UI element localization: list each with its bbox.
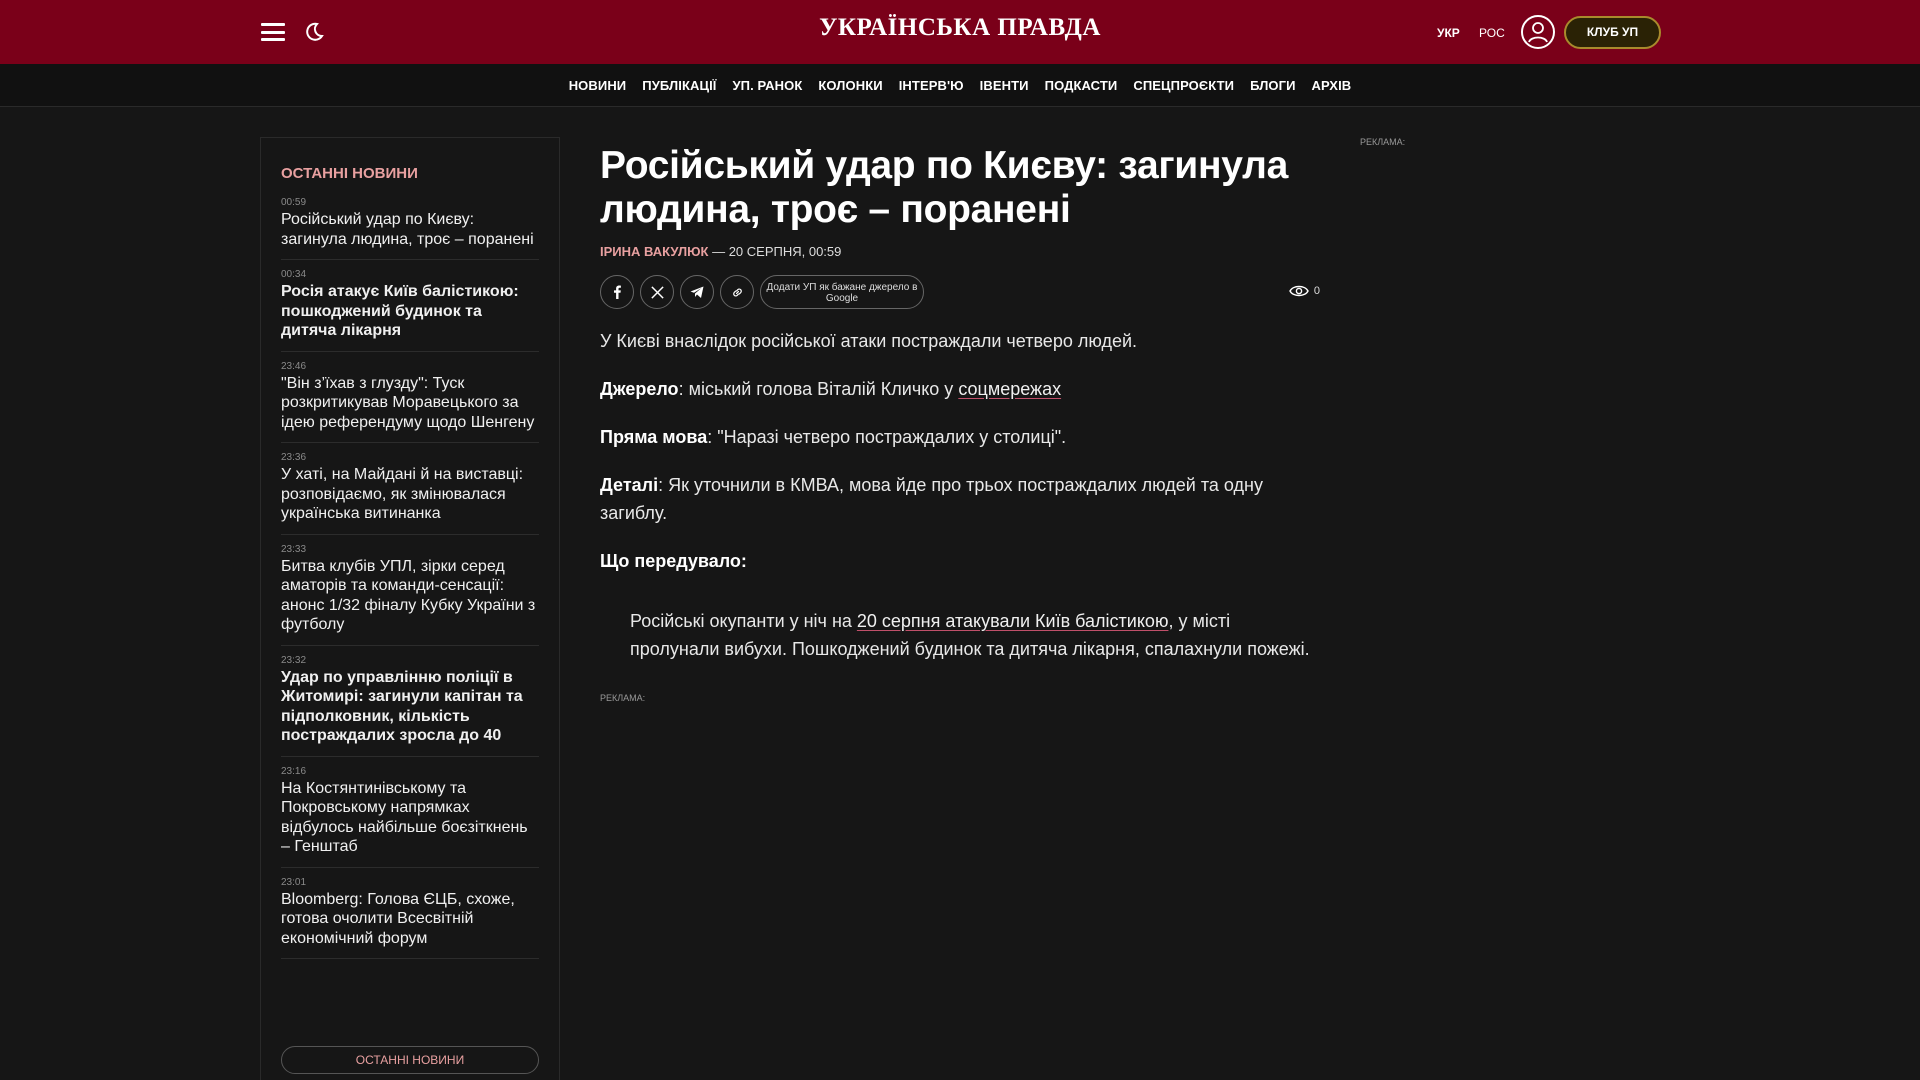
ballistic-attack-link[interactable]: 20 серпня атакували Київ балістикою bbox=[857, 611, 1169, 631]
speech-label: Пряма мова bbox=[600, 427, 708, 447]
news-headline[interactable]: На Костянтинівському та Покровському нап… bbox=[281, 779, 539, 857]
article: Російський удар по Києву: загинула людин… bbox=[600, 144, 1320, 703]
previous-label: Що передувало: bbox=[600, 551, 747, 571]
paragraph-lead: У Києві внаслідок російської атаки постр… bbox=[600, 331, 1138, 351]
news-time: 23:01 bbox=[281, 876, 307, 888]
news-item[interactable]: 23:46 "Він з’їхав з глузду": Туск розкри… bbox=[281, 360, 539, 443]
news-item[interactable]: 23:01 Bloomberg: Голова ЄЦБ, схоже, гото… bbox=[281, 876, 539, 959]
news-time: 00:34 bbox=[281, 269, 307, 280]
nav-item-interviu[interactable]: ІНТЕРВ'Ю bbox=[899, 78, 964, 93]
main-nav: НОВИНИ ПУБЛІКАЦІЇ УП. РАНОК КОЛОНКИ ІНТЕ… bbox=[0, 64, 1920, 107]
news-headline[interactable]: Російський удар по Києву: загинула людин… bbox=[281, 210, 539, 249]
views-count: 0 bbox=[1313, 285, 1320, 297]
quote-text-start: Російські окупанти у ніч на bbox=[630, 611, 857, 631]
ad-label: РЕКЛАМА: bbox=[600, 693, 646, 703]
author-link[interactable]: ІРИНА ВАКУЛЮК bbox=[600, 244, 708, 259]
social-media-link[interactable]: соцмережах bbox=[958, 379, 1061, 399]
speech-text: : "Наразі четверо постраждалих у столиці… bbox=[707, 427, 1067, 447]
paragraph-details: Деталі: Як уточнили в КМВА, мова йде про… bbox=[600, 471, 1320, 527]
telegram-share-button[interactable] bbox=[680, 275, 714, 309]
news-headline[interactable]: Битва клубів УПЛ, зірки серед аматорів т… bbox=[281, 557, 539, 635]
news-time: 23:32 bbox=[281, 654, 307, 666]
news-time: 23:33 bbox=[281, 543, 307, 555]
menu-icon[interactable] bbox=[261, 21, 285, 43]
news-headline[interactable]: У хаті, на Майдані й на виставці: розпов… bbox=[281, 465, 539, 524]
news-time: 00:59 bbox=[281, 197, 307, 208]
nav-item-kolonky[interactable]: КОЛОНКИ bbox=[818, 78, 882, 93]
source-label: Джерело bbox=[600, 379, 679, 399]
site-logo[interactable]: УКРАЇНСЬКА ПРАВДА bbox=[760, 14, 1160, 42]
copy-link-button[interactable] bbox=[720, 275, 754, 309]
more-news-button[interactable]: ОСТАННІ НОВИНИ bbox=[281, 1046, 539, 1074]
news-item[interactable]: 23:32 Удар по управлінню поліції в Житом… bbox=[281, 654, 539, 757]
news-item[interactable]: 00:34 Росія атакує Київ балістикою: пошк… bbox=[281, 268, 539, 352]
share-row: Додати УП як бажане джерело в Google 0 bbox=[600, 275, 1320, 309]
nav-item-podkasty[interactable]: ПОДКАСТИ bbox=[1045, 78, 1118, 93]
link-icon bbox=[732, 288, 742, 296]
paragraph-previous: Що передувало: bbox=[600, 547, 1320, 575]
add-google-source-button[interactable]: Додати УП як бажане джерело в Google bbox=[760, 275, 924, 309]
nav-item-up-ranok[interactable]: УП. РАНОК bbox=[732, 78, 802, 93]
nav-item-publikatsii[interactable]: ПУБЛІКАЦІЇ bbox=[642, 78, 716, 93]
byline: ІРИНА ВАКУЛЮК — 20 СЕРПНЯ, 00:59 bbox=[600, 244, 1320, 259]
facebook-icon bbox=[614, 285, 621, 299]
paragraph-source: Джерело: міський голова Віталій Кличко у… bbox=[600, 375, 1320, 403]
latest-news-sidebar: ОСТАННІ НОВИНИ 00:59 Російський удар по … bbox=[260, 137, 560, 1080]
x-share-button[interactable] bbox=[640, 275, 674, 309]
news-item[interactable]: 23:16 На Костянтинівському та Покровсько… bbox=[281, 765, 539, 868]
nav-item-spetsproekty[interactable]: СПЕЦПРОЄКТИ bbox=[1133, 78, 1234, 93]
news-headline[interactable]: "Він з’їхав з глузду": Туск розкритикува… bbox=[281, 374, 539, 433]
news-time: 23:46 bbox=[281, 360, 307, 372]
news-time: 23:16 bbox=[281, 765, 307, 777]
news-headline[interactable]: Росія атакує Київ балістикою: пошкоджени… bbox=[281, 282, 539, 341]
nav-item-iventy[interactable]: ІВЕНТИ bbox=[980, 78, 1029, 93]
previous-news-quote: Російські окупанти у ніч на 20 серпня ат… bbox=[600, 607, 1320, 663]
dark-mode-icon[interactable] bbox=[302, 20, 326, 44]
news-headline[interactable]: Bloomberg: Голова ЄЦБ, схоже, готова очо… bbox=[281, 890, 539, 949]
club-button[interactable]: КЛУБ УП bbox=[1564, 16, 1661, 49]
news-item[interactable]: 23:33 Битва клубів УПЛ, зірки серед амат… bbox=[281, 543, 539, 646]
source-text: : міський голова Віталій Кличко у bbox=[678, 379, 959, 399]
x-icon bbox=[650, 285, 664, 299]
views-counter: 0 bbox=[1289, 284, 1320, 298]
news-item[interactable]: 23:36 У хаті, на Майдані й на виставці: … bbox=[281, 451, 539, 535]
sidebar-title: ОСТАННІ НОВИНИ bbox=[281, 165, 418, 182]
user-icon[interactable] bbox=[1521, 15, 1555, 49]
article-body: У Києві внаслідок російської атаки постр… bbox=[600, 327, 1320, 575]
facebook-share-button[interactable] bbox=[600, 275, 634, 309]
publish-date: — 20 СЕРПНЯ, 00:59 bbox=[708, 244, 842, 259]
nav-item-arkhiv[interactable]: АРХІВ bbox=[1312, 78, 1352, 93]
news-time: 23:36 bbox=[281, 452, 307, 463]
news-item[interactable]: 00:59 Російський удар по Києву: загинула… bbox=[281, 196, 539, 260]
article-title: Російський удар по Києву: загинула людин… bbox=[600, 144, 1288, 231]
nav-item-novyny[interactable]: НОВИНИ bbox=[569, 78, 627, 93]
eye-icon bbox=[1289, 285, 1309, 297]
details-text: : Як уточнили в КМВА, мова йде про трьох… bbox=[600, 475, 1263, 523]
right-ad-label: РЕКЛАМА: bbox=[1360, 137, 1406, 147]
lang-ukr-link[interactable]: УКР bbox=[1437, 26, 1460, 40]
telegram-icon bbox=[690, 286, 704, 298]
details-label: Деталі bbox=[600, 475, 659, 495]
news-headline[interactable]: Удар по управлінню поліції в Житомирі: з… bbox=[281, 668, 539, 746]
news-list: 00:59 Російський удар по Києву: загинула… bbox=[281, 196, 539, 967]
top-bar: УКРАЇНСЬКА ПРАВДА УКР РОС КЛУБ УП bbox=[0, 0, 1920, 64]
paragraph-speech: Пряма мова: "Наразі четверо постраждалих… bbox=[600, 423, 1320, 451]
lang-ros-link[interactable]: РОС bbox=[1479, 26, 1505, 40]
nav-item-blohy[interactable]: БЛОГИ bbox=[1250, 78, 1295, 93]
